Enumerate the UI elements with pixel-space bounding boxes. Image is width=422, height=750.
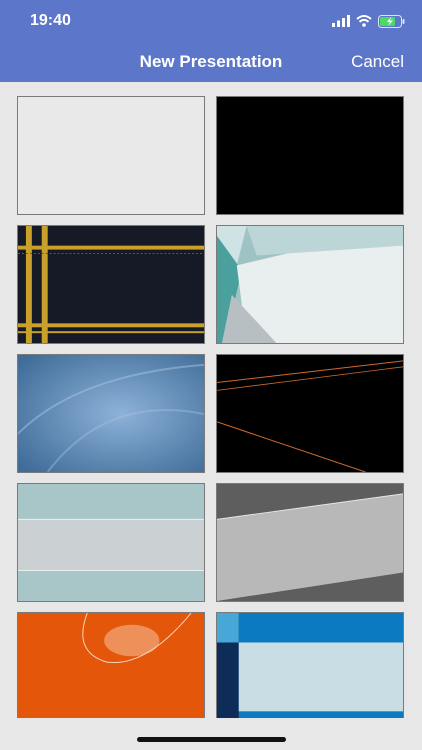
template-blank-black[interactable] bbox=[216, 96, 404, 215]
template-black-orange-lines[interactable] bbox=[216, 354, 404, 473]
cancel-button[interactable]: Cancel bbox=[351, 52, 404, 72]
wifi-icon bbox=[356, 15, 372, 27]
template-orange-globe-preview bbox=[18, 613, 204, 718]
battery-charging-icon bbox=[378, 14, 405, 28]
template-teal-bands-preview bbox=[18, 484, 204, 601]
header: 19:40 New Presentation Cancel bbox=[0, 0, 422, 82]
home-indicator[interactable] bbox=[137, 737, 286, 742]
home-bar bbox=[0, 718, 422, 750]
template-blue-frame[interactable] bbox=[216, 612, 404, 718]
template-gray-diagonal-band[interactable] bbox=[216, 483, 404, 602]
template-orange-globe[interactable] bbox=[17, 612, 205, 718]
template-plaid-gold-preview bbox=[18, 226, 204, 343]
template-teal-facets[interactable] bbox=[216, 225, 404, 344]
status-icons bbox=[332, 12, 406, 30]
cellular-signal-icon bbox=[332, 15, 350, 27]
template-teal-facets-preview bbox=[217, 226, 403, 343]
template-teal-bands[interactable] bbox=[17, 483, 205, 602]
template-blank-white[interactable] bbox=[17, 96, 205, 215]
template-grid bbox=[0, 82, 422, 718]
template-blank-white-preview bbox=[18, 97, 204, 214]
template-plaid-gold[interactable] bbox=[17, 225, 205, 344]
template-blue-frame-preview bbox=[217, 613, 403, 718]
template-blank-black-preview bbox=[217, 97, 403, 214]
template-blue-swirl-preview bbox=[18, 355, 204, 472]
template-gray-diagonal-band-preview bbox=[217, 484, 403, 601]
status-time: 19:40 bbox=[30, 12, 71, 29]
template-black-orange-lines-preview bbox=[217, 355, 403, 472]
template-blue-swirl[interactable] bbox=[17, 354, 205, 473]
